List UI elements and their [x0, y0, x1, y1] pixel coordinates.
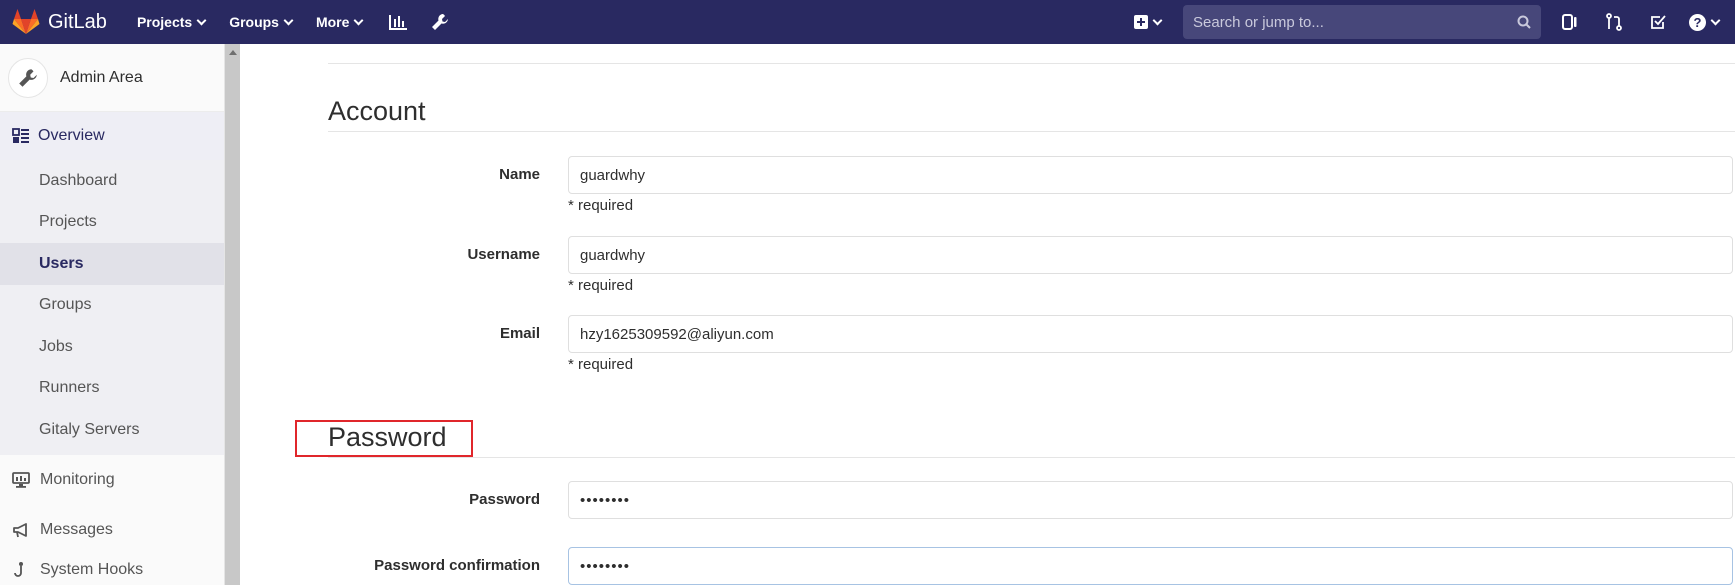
gitlab-tanuki-icon	[12, 9, 40, 34]
email-field[interactable]: hzy1625309592@aliyun.com	[568, 315, 1733, 353]
nav-groups-dropdown[interactable]: Groups	[229, 14, 294, 30]
password-confirmation-label: Password confirmation	[374, 557, 540, 574]
merge-request-icon[interactable]	[1601, 9, 1627, 35]
sidebar-item-label: Monitoring	[40, 470, 115, 488]
sidebar-item-gitaly-servers[interactable]: Gitaly Servers	[0, 409, 224, 451]
name-required-hint: * required	[568, 197, 634, 214]
sidebar-item-label: Overview	[38, 127, 105, 144]
activity-chart-icon[interactable]	[386, 10, 410, 34]
plus-square-icon	[1134, 15, 1148, 29]
chevron-down-icon	[353, 15, 364, 25]
help-icon: ?	[1689, 13, 1706, 31]
sidebar-item-projects[interactable]: Projects	[0, 202, 224, 244]
sidebar-item-messages[interactable]: Messages	[0, 505, 224, 555]
sidebar-item-label: Messages	[40, 520, 113, 538]
monitor-icon	[12, 471, 30, 488]
sidebar-item-overview[interactable]: Overview	[0, 112, 224, 160]
nav-projects-label: Projects	[136, 14, 193, 30]
top-navbar: GitLab Projects Groups More Search or ju…	[0, 0, 1735, 44]
search-input[interactable]: Search or jump to...	[1183, 5, 1541, 39]
email-required-hint: * required	[568, 356, 634, 373]
divider	[328, 457, 1735, 458]
sidebar-header[interactable]: Admin Area	[0, 44, 224, 112]
overview-icon	[12, 128, 29, 143]
sidebar-scrollbar[interactable]	[225, 44, 240, 585]
new-dropdown-button[interactable]	[1134, 15, 1163, 29]
sidebar-item-system-hooks[interactable]: System Hooks	[0, 555, 224, 585]
avatar	[8, 57, 48, 98]
password-label: Password	[469, 491, 540, 508]
password-confirmation-field[interactable]: ••••••••	[568, 547, 1733, 585]
divider	[328, 131, 1735, 132]
name-label: Name	[499, 166, 540, 183]
wrench-icon[interactable]	[428, 10, 452, 34]
nav-more-label: More	[315, 14, 350, 30]
name-field[interactable]: guardwhy	[568, 156, 1733, 194]
main-content: Account Name guardwhy * required Usernam…	[240, 44, 1735, 585]
nav-groups-label: Groups	[229, 14, 279, 30]
sidebar: Admin Area Overview Dashboard Projects U…	[0, 44, 225, 585]
username-field[interactable]: guardwhy	[568, 236, 1733, 274]
gitlab-logo[interactable]: GitLab	[12, 9, 107, 35]
main-nav-menu: Projects Groups More	[137, 10, 470, 34]
issues-icon[interactable]	[1557, 9, 1583, 35]
sidebar-item-label: System Hooks	[40, 560, 144, 578]
help-dropdown[interactable]: ?	[1689, 13, 1721, 31]
chevron-down-icon	[1152, 15, 1163, 25]
email-label: Email	[499, 325, 540, 342]
scroll-up-arrow-icon[interactable]	[229, 50, 237, 55]
todo-check-icon[interactable]	[1645, 9, 1671, 35]
nav-projects-dropdown[interactable]: Projects	[136, 14, 207, 30]
password-field[interactable]: ••••••••	[568, 481, 1733, 519]
hook-icon	[14, 561, 23, 577]
divider	[328, 63, 1735, 64]
logo-text: GitLab	[48, 10, 107, 33]
navbar-right: Search or jump to... ?	[1134, 0, 1735, 44]
chevron-down-icon	[196, 15, 207, 25]
sidebar-item-groups[interactable]: Groups	[0, 285, 224, 327]
overview-submenu: Dashboard Projects Users Groups Jobs Run…	[0, 160, 224, 455]
search-icon	[1517, 15, 1531, 29]
username-label: Username	[467, 246, 540, 263]
password-value: ••••••••	[580, 491, 631, 509]
nav-more-dropdown[interactable]: More	[315, 14, 364, 30]
sidebar-title: Admin Area	[60, 68, 143, 86]
sidebar-item-runners[interactable]: Runners	[0, 368, 224, 410]
password-section-title: Password	[328, 422, 447, 452]
username-required-hint: * required	[568, 277, 634, 294]
chevron-down-icon	[1710, 15, 1721, 25]
sidebar-item-users[interactable]: Users	[0, 243, 224, 285]
chevron-down-icon	[283, 15, 294, 25]
sidebar-item-jobs[interactable]: Jobs	[0, 326, 224, 368]
account-section-title: Account	[328, 96, 426, 126]
megaphone-icon	[13, 522, 27, 537]
sidebar-item-dashboard[interactable]: Dashboard	[0, 160, 224, 202]
password-confirmation-value: ••••••••	[580, 557, 631, 575]
wrench-icon	[19, 68, 37, 87]
search-placeholder: Search or jump to...	[1193, 13, 1324, 31]
sidebar-item-monitoring[interactable]: Monitoring	[0, 455, 224, 505]
